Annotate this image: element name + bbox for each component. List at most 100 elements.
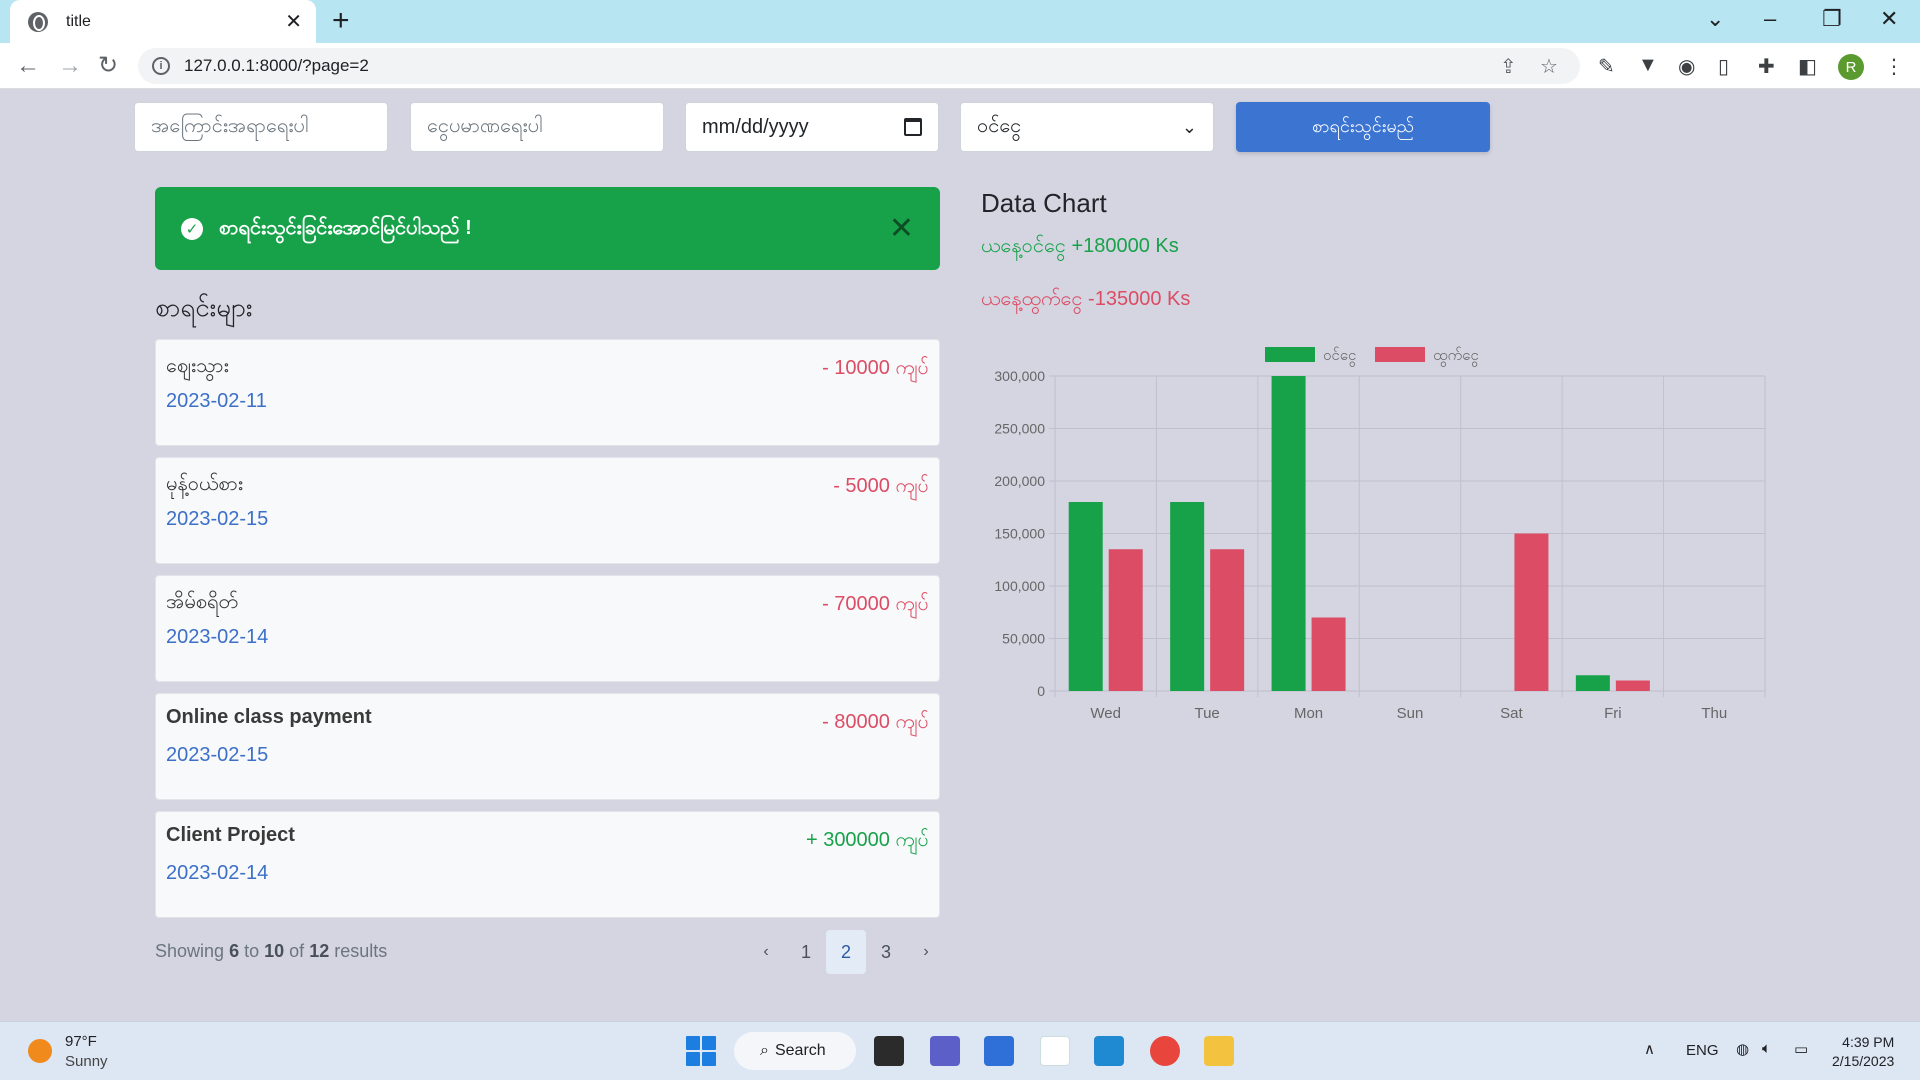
- item-amount: + 300000 ကျပ်: [805, 829, 929, 851]
- extension-eyedropper-icon[interactable]: ✎: [1598, 54, 1615, 79]
- legend-swatch: [1265, 347, 1315, 362]
- page-1-button[interactable]: 1: [786, 930, 826, 974]
- item-amount: - 70000 ကျပ်: [822, 593, 929, 615]
- results-label: results: [334, 941, 388, 961]
- vscode-icon[interactable]: [1094, 1036, 1124, 1066]
- to-label: to: [244, 941, 260, 961]
- weather-desc: Sunny: [65, 1053, 108, 1070]
- y-tick-label: 300,000: [994, 368, 1045, 384]
- x-tick-label: Sun: [1397, 705, 1424, 722]
- list-item[interactable]: မုန့်ဝယ်စား 2023-02-15 - 5000 ကျပ်: [155, 457, 940, 564]
- type-select[interactable]: ဝင်ငွေ ⌄: [960, 102, 1214, 152]
- bar-mon-expense: [1311, 617, 1346, 691]
- clock-date: 2/15/2023: [1832, 1053, 1895, 1069]
- bar-sat-expense: [1514, 533, 1549, 691]
- back-icon[interactable]: ←: [16, 51, 40, 81]
- restore-icon[interactable]: ❐: [1822, 6, 1842, 32]
- amount-input[interactable]: ငွေပမာဏရေးပါ: [410, 102, 664, 152]
- language-indicator[interactable]: ENG: [1686, 1042, 1719, 1059]
- url-field[interactable]: i 127.0.0.1:8000/?page=2 ⇪ ☆: [138, 48, 1580, 84]
- amount-placeholder: ငွေပမာဏရေးပါ: [427, 115, 543, 137]
- item-name: ဈေးသွား: [166, 355, 229, 377]
- browser-tab[interactable]: title ✕: [10, 0, 316, 43]
- reason-placeholder: အကြောင်းအရာရေးပါ: [151, 115, 309, 137]
- tab-title: title: [66, 12, 91, 30]
- x-tick-label: Fri: [1604, 705, 1622, 722]
- item-date: 2023-02-11: [166, 390, 267, 412]
- success-alert: ✓ စာရင်းသွင်းခြင်းအောင်မြင်ပါသည် ! ✕: [155, 187, 940, 270]
- chat-icon[interactable]: [930, 1036, 960, 1066]
- clock-time: 4:39 PM: [1842, 1034, 1895, 1050]
- of-label: of: [289, 941, 305, 961]
- bar-fri-expense: [1615, 680, 1650, 691]
- bookmark-star-icon[interactable]: ☆: [1540, 54, 1558, 79]
- new-tab-button[interactable]: +: [332, 6, 350, 36]
- y-tick-label: 50,000: [1002, 631, 1045, 647]
- y-tick-label: 250,000: [994, 421, 1045, 437]
- list-title: စာရင်းများ: [155, 292, 253, 322]
- site-info-icon[interactable]: i: [152, 57, 170, 75]
- alert-close-icon[interactable]: ✕: [889, 213, 914, 244]
- share-icon[interactable]: ⇪: [1500, 54, 1517, 79]
- page-3-button[interactable]: 3: [866, 930, 906, 974]
- store-icon[interactable]: [984, 1036, 1014, 1066]
- browser-menu-icon[interactable]: ⋮: [1884, 54, 1904, 79]
- app-icon[interactable]: [1040, 1036, 1070, 1066]
- tab-search-icon[interactable]: ⌄: [1706, 6, 1724, 32]
- extensions-puzzle-icon[interactable]: ✚: [1758, 54, 1775, 79]
- results-to: 10: [264, 941, 285, 961]
- network-icon[interactable]: ◍: [1736, 1040, 1749, 1058]
- x-tick-label: Wed: [1090, 705, 1121, 722]
- list-item[interactable]: Online class payment 2023-02-15 - 80000 …: [155, 693, 940, 800]
- sun-icon[interactable]: [28, 1039, 52, 1063]
- bar-fri-income: [1575, 675, 1610, 691]
- reload-icon[interactable]: ↻: [98, 51, 118, 81]
- url-text: 127.0.0.1:8000/?page=2: [184, 56, 369, 75]
- volume-icon[interactable]: 🔈︎: [1762, 1040, 1771, 1057]
- extension-vd-icon[interactable]: ◉: [1678, 54, 1695, 79]
- tab-close-icon[interactable]: ✕: [285, 12, 302, 32]
- task-view-icon[interactable]: [874, 1036, 904, 1066]
- side-panel-icon[interactable]: ◧: [1798, 54, 1817, 79]
- file-explorer-icon[interactable]: [1204, 1036, 1234, 1066]
- item-name: အိမ်စရိတ်: [166, 591, 238, 613]
- list-item[interactable]: ဈေးသွား 2023-02-11 - 10000 ကျပ်: [155, 339, 940, 446]
- list-item[interactable]: အိမ်စရိတ် 2023-02-14 - 70000 ကျပ်: [155, 575, 940, 682]
- battery-icon[interactable]: ▭: [1794, 1040, 1808, 1058]
- chrome-icon[interactable]: [1150, 1036, 1180, 1066]
- reason-input[interactable]: အကြောင်းအရာရေးပါ: [134, 102, 388, 152]
- next-page-button[interactable]: ›: [906, 930, 946, 974]
- extension-v-icon[interactable]: ▼: [1638, 54, 1658, 77]
- legend-label: ဝင်ငွေ: [1323, 346, 1356, 367]
- list-item[interactable]: Client Project 2023-02-14 + 300000 ကျပ်: [155, 811, 940, 918]
- submit-button[interactable]: စာရင်းသွင်းမည်: [1236, 102, 1490, 152]
- page-2-button[interactable]: 2: [826, 930, 866, 974]
- tray-chevron-icon[interactable]: ∧: [1644, 1040, 1655, 1058]
- item-date: 2023-02-15: [166, 508, 269, 530]
- bar-chart: 0 50,000 100,000 150,000 200,000 250,000 300,0…: [994, 346, 1766, 722]
- item-date: 2023-02-15: [166, 744, 269, 766]
- chart-title: Data Chart: [981, 188, 1107, 218]
- showing-label: Showing: [155, 941, 225, 961]
- date-input[interactable]: mm/dd/yyyy: [685, 102, 939, 152]
- extension-doc-icon[interactable]: ▯: [1718, 54, 1729, 79]
- today-income: ယနေ့ဝင်ငွေ +180000 Ks: [981, 235, 1179, 257]
- taskbar-search[interactable]: ⌕ Search: [734, 1032, 856, 1070]
- prev-page-button[interactable]: ‹: [746, 930, 786, 974]
- clock[interactable]: 4:39 PM 2/15/2023: [1832, 1033, 1894, 1071]
- close-window-icon[interactable]: ✕: [1880, 6, 1898, 32]
- results-from: 6: [229, 941, 240, 961]
- chevron-down-icon: ⌄: [1181, 116, 1197, 137]
- globe-icon: [28, 11, 48, 32]
- minimize-icon[interactable]: –: [1764, 6, 1776, 32]
- x-tick-label: Sat: [1500, 705, 1523, 722]
- y-tick-label: 200,000: [994, 473, 1045, 489]
- search-icon: ⌕: [760, 1042, 769, 1059]
- windows-start-icon[interactable]: [686, 1036, 716, 1066]
- calendar-icon[interactable]: [904, 118, 922, 136]
- forward-icon[interactable]: →: [58, 51, 82, 81]
- bar-tue-income: [1170, 502, 1205, 691]
- date-placeholder: mm/dd/yyyy: [702, 115, 809, 138]
- browser-tab-bar: title ✕ + ⌄ – ❐ ✕: [0, 0, 1920, 43]
- profile-avatar[interactable]: R: [1838, 54, 1864, 80]
